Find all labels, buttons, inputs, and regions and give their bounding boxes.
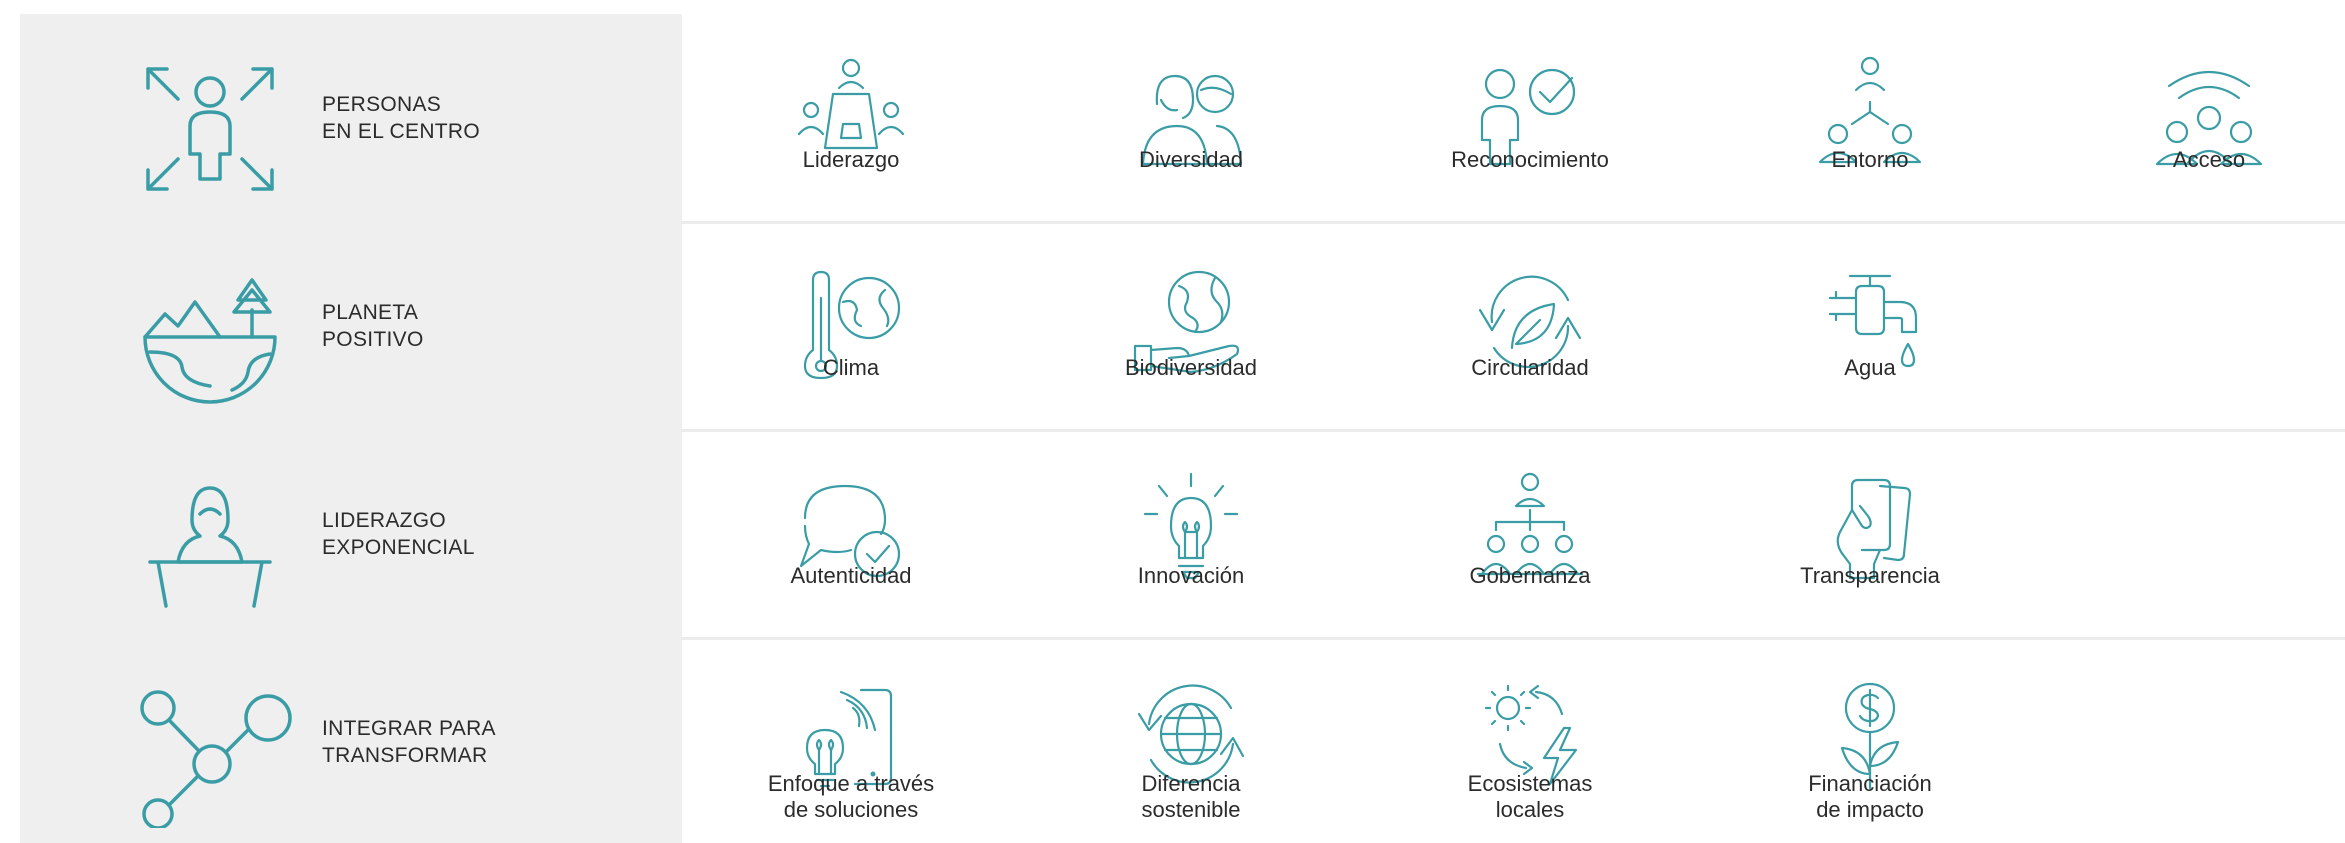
item-label: Diversidad: [1139, 147, 1243, 172]
item-label: Transparencia: [1800, 563, 1940, 588]
pillars-panel: PERSONAS EN EL CENTRO PLANETA POSITIVO L…: [20, 14, 682, 843]
item-label: Acceso: [2172, 147, 2246, 172]
item-label: Entorno: [1831, 147, 1909, 172]
pillar-integrar: INTEGRAR PARA TRANSFORMAR: [20, 638, 682, 843]
item-biodiversidad: Biodiversidad: [1061, 222, 1321, 430]
item-innovacion: Innovación: [1061, 430, 1321, 638]
item-label: Diferencia sostenible: [1141, 771, 1241, 822]
pillar-label: INTEGRAR PARA TRANSFORMAR: [322, 717, 496, 767]
item-agua: Agua: [1740, 222, 2000, 430]
item-label: Clima: [822, 355, 880, 380]
item-label: Enfoque a través de soluciones: [767, 771, 935, 822]
item-label: Autenticidad: [790, 563, 912, 588]
item-clima: Clima: [721, 222, 981, 430]
planet-positive-icon: [143, 278, 277, 404]
item-label: Gobernanza: [1469, 563, 1591, 588]
item-gobernanza: Gobernanza: [1400, 430, 1660, 638]
item-label: Ecosistemas locales: [1467, 771, 1593, 822]
item-label: Reconocimiento: [1451, 147, 1609, 172]
item-label: Circularidad: [1471, 355, 1589, 380]
pillar-planeta: PLANETA POSITIVO: [20, 222, 682, 430]
pillar-label: PERSONAS EN EL CENTRO: [322, 93, 481, 143]
integrate-nodes-icon: [140, 690, 292, 828]
item-transparencia: Transparencia: [1740, 430, 2000, 638]
item-label: Innovación: [1137, 563, 1245, 588]
item-label: Liderazgo: [802, 147, 900, 172]
pillar-label: LIDERAZGO EXPONENCIAL: [322, 509, 475, 559]
item-enfoque-soluciones: Enfoque a través de soluciones: [721, 638, 981, 843]
pillar-liderazgo: LIDERAZGO EXPONENCIAL: [20, 430, 682, 638]
item-label: Financiación de impacto: [1808, 771, 1932, 822]
item-circularidad: Circularidad: [1400, 222, 1660, 430]
item-diversidad: Diversidad: [1061, 14, 1321, 222]
item-financiacion-impacto: Financiación de impacto: [1740, 638, 2000, 843]
item-label: Agua: [1844, 355, 1896, 380]
pillar-personas: PERSONAS EN EL CENTRO: [20, 14, 682, 222]
item-autenticidad: Autenticidad: [721, 430, 981, 638]
item-label: Biodiversidad: [1124, 355, 1258, 380]
item-liderazgo: Liderazgo: [721, 14, 981, 222]
item-acceso: Acceso: [2079, 14, 2339, 222]
exponential-leader-icon: [148, 486, 272, 608]
item-entorno: Entorno: [1740, 14, 2000, 222]
item-reconocimiento: Reconocimiento: [1400, 14, 1660, 222]
item-ecosistemas-locales: Ecosistemas locales: [1400, 638, 1660, 843]
person-center-arrows-icon: [146, 67, 274, 191]
pillar-label: PLANETA POSITIVO: [322, 301, 424, 351]
item-diferencia-sostenible: Diferencia sostenible: [1061, 638, 1321, 843]
